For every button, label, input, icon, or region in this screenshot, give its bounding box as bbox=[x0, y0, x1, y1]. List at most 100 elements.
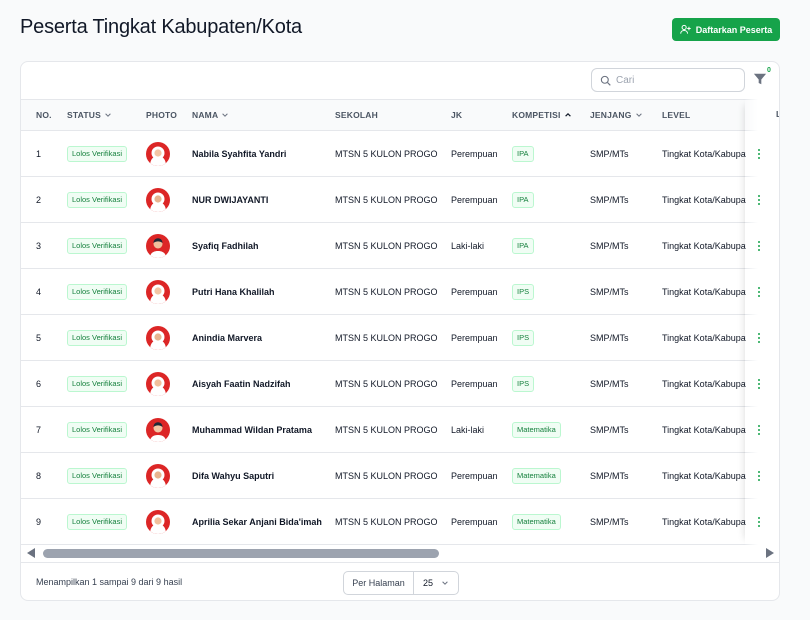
column-no-label: NO. bbox=[36, 110, 52, 120]
scroll-right-icon[interactable] bbox=[766, 548, 774, 558]
competition-cell: IPS bbox=[512, 361, 535, 407]
photo-cell bbox=[146, 499, 170, 545]
education-level: SMP/MTs bbox=[590, 517, 629, 527]
table-row[interactable]: 2 Lolos Verifikasi NUR DWIJAYANTI MTSN 5 KU… bbox=[21, 177, 779, 223]
column-nama-label: NAMA bbox=[192, 110, 219, 120]
search-box[interactable] bbox=[591, 68, 745, 92]
more-vertical-icon[interactable] bbox=[755, 269, 763, 315]
column-sekolah-label: SEKOLAH bbox=[335, 110, 378, 120]
education-level: SMP/MTs bbox=[590, 425, 629, 435]
column-nama[interactable]: NAMA bbox=[192, 100, 229, 130]
avatar[interactable] bbox=[146, 142, 170, 166]
table-row[interactable]: 9 Lolos Verifikasi Aprilia Sekar Anjani Bi… bbox=[21, 499, 779, 545]
gender: Laki-laki bbox=[451, 425, 485, 435]
competition-cell: Matematika bbox=[512, 407, 561, 453]
participant-level-text: Tingkat Kota/Kabupaten bbox=[662, 287, 746, 297]
participants-table: NO. STATUS PHOTO NAMA SEKOLAH JK KOMPETI… bbox=[21, 99, 779, 545]
chevron-up-icon bbox=[564, 112, 571, 117]
per-page-value-select[interactable]: 25 bbox=[414, 572, 458, 594]
column-status[interactable]: STATUS bbox=[67, 100, 112, 130]
avatar[interactable] bbox=[146, 326, 170, 350]
table-row[interactable]: 5 Lolos Verifikasi Anindia Marvera MTSN 5 K… bbox=[21, 315, 779, 361]
status-badge: Lolos Verifikasi bbox=[67, 514, 128, 530]
column-no: NO. bbox=[36, 100, 52, 130]
photo-cell bbox=[146, 407, 170, 453]
avatar[interactable] bbox=[146, 418, 170, 442]
gender: Perempuan bbox=[451, 333, 498, 343]
more-vertical-icon[interactable] bbox=[755, 177, 763, 223]
gender: Perempuan bbox=[451, 195, 498, 205]
column-photo-label: PHOTO bbox=[146, 110, 178, 120]
participant-level: Tingkat Kota/Kabupaten bbox=[662, 223, 746, 269]
more-vertical-icon[interactable] bbox=[755, 315, 763, 361]
status-badge: Lolos Verifikasi bbox=[67, 238, 128, 254]
table-row[interactable]: 1 Lolos Verifikasi Nabila Syahfita Yandri M… bbox=[21, 131, 779, 177]
avatar[interactable] bbox=[146, 372, 170, 396]
table-row[interactable]: 6 Lolos Verifikasi Aisyah Faatin Nadzifah M… bbox=[21, 361, 779, 407]
school-name: MTSN 5 KULON PROGO bbox=[335, 379, 438, 389]
filter-icon[interactable] bbox=[753, 72, 767, 86]
avatar[interactable] bbox=[146, 188, 170, 212]
column-status-label: STATUS bbox=[67, 110, 101, 120]
status-badge: Lolos Verifikasi bbox=[67, 422, 128, 438]
column-jk-label: JK bbox=[451, 110, 463, 120]
table-row[interactable]: 3 Lolos Verifikasi Syafiq Fadhilah MTSN 5 K… bbox=[21, 223, 779, 269]
register-participant-button[interactable]: Daftarkan Peserta bbox=[672, 18, 780, 41]
avatar[interactable] bbox=[146, 234, 170, 258]
avatar[interactable] bbox=[146, 510, 170, 534]
more-vertical-icon[interactable] bbox=[755, 499, 763, 545]
photo-cell bbox=[146, 177, 170, 223]
page-title: Peserta Tingkat Kabupaten/Kota bbox=[20, 16, 302, 38]
more-vertical-icon[interactable] bbox=[755, 361, 763, 407]
competition-cell: Matematika bbox=[512, 499, 561, 545]
competition-cell: IPS bbox=[512, 315, 535, 361]
user-plus-icon bbox=[679, 24, 691, 34]
participant-name: Aprilia Sekar Anjani Bida'imah bbox=[192, 517, 322, 527]
status-cell: Lolos Verifikasi bbox=[67, 407, 128, 453]
education-level: SMP/MTs bbox=[590, 287, 629, 297]
competition-badge: IPA bbox=[512, 238, 534, 254]
more-vertical-icon[interactable] bbox=[755, 453, 763, 499]
chevron-down-icon bbox=[222, 113, 229, 117]
school-name: MTSN 5 KULON PROGO bbox=[335, 195, 438, 205]
status-badge: Lolos Verifikasi bbox=[67, 330, 128, 346]
photo-cell bbox=[146, 269, 170, 315]
participant-name: Syafiq Fadhilah bbox=[192, 241, 259, 251]
photo-cell bbox=[146, 361, 170, 407]
search-input[interactable] bbox=[616, 74, 736, 86]
column-photo: PHOTO bbox=[146, 100, 177, 130]
photo-cell bbox=[146, 131, 170, 177]
more-vertical-icon[interactable] bbox=[755, 223, 763, 269]
avatar[interactable] bbox=[146, 464, 170, 488]
school-name: MTSN 5 KULON PROGO bbox=[335, 517, 438, 527]
gender: Perempuan bbox=[451, 379, 498, 389]
scrollbar-thumb[interactable] bbox=[43, 549, 439, 558]
table-row[interactable]: 7 Lolos Verifikasi Muhammad Wildan Pratama… bbox=[21, 407, 779, 453]
participant-level: Tingkat Kota/Kabupaten bbox=[662, 407, 746, 453]
school-name: MTSN 5 KULON PROGO bbox=[335, 333, 438, 343]
scroll-left-icon[interactable] bbox=[27, 548, 35, 558]
status-cell: Lolos Verifikasi bbox=[67, 177, 128, 223]
status-cell: Lolos Verifikasi bbox=[67, 223, 128, 269]
school-name: MTSN 5 KULON PROGO bbox=[335, 425, 438, 435]
education-level: SMP/MTs bbox=[590, 379, 629, 389]
row-number: 3 bbox=[36, 241, 42, 251]
competition-badge: Matematika bbox=[512, 422, 561, 438]
participant-name: Difa Wahyu Saputri bbox=[192, 471, 275, 481]
row-number: 7 bbox=[36, 425, 42, 435]
per-page-select[interactable]: Per Halaman 25 bbox=[343, 571, 459, 595]
column-level: LEVEL bbox=[662, 100, 690, 130]
table-row[interactable]: 4 Lolos Verifikasi Putri Hana Khalilah MTSN… bbox=[21, 269, 779, 315]
column-kompetisi[interactable]: KOMPETISI bbox=[512, 100, 572, 130]
horizontal-scrollbar[interactable] bbox=[21, 545, 779, 561]
education-level: SMP/MTs bbox=[590, 149, 629, 159]
participant-level: Tingkat Kota/Kabupaten bbox=[662, 453, 746, 499]
participant-level-text: Tingkat Kota/Kabupaten bbox=[662, 241, 746, 251]
table-row[interactable]: 8 Lolos Verifikasi Difa Wahyu Saputri MTSN … bbox=[21, 453, 779, 499]
education-level: SMP/MTs bbox=[590, 195, 629, 205]
column-jenjang[interactable]: JENJANG bbox=[590, 100, 643, 130]
more-vertical-icon[interactable] bbox=[755, 131, 763, 177]
avatar[interactable] bbox=[146, 280, 170, 304]
more-vertical-icon[interactable] bbox=[755, 407, 763, 453]
search-icon bbox=[600, 75, 611, 86]
